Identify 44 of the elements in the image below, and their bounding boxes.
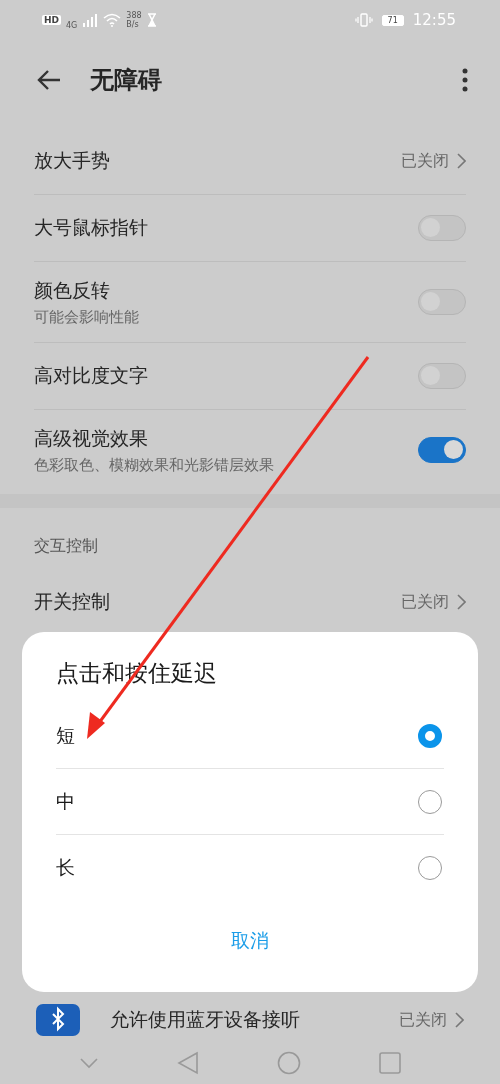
back-icon[interactable]	[36, 69, 62, 91]
collapse-icon[interactable]	[79, 1057, 99, 1069]
cancel-button[interactable]: 取消	[211, 920, 289, 962]
hd-badge: HD	[42, 15, 61, 25]
hourglass-icon	[146, 13, 157, 27]
setting-title: 放大手势	[34, 148, 111, 173]
option-item[interactable]: 中	[56, 769, 444, 835]
toggle-switch[interactable]	[418, 437, 466, 463]
chevron-icon	[455, 1012, 464, 1028]
more-icon[interactable]	[462, 68, 468, 92]
setting-title: 高级视觉效果	[34, 425, 149, 451]
chevron-icon	[457, 153, 466, 169]
setting-title: 允许使用蓝牙设备接听	[110, 1007, 301, 1032]
back-nav-icon[interactable]	[177, 1051, 199, 1075]
setting-title: 高对比度文字	[34, 363, 149, 388]
home-nav-icon[interactable]	[277, 1051, 301, 1075]
section-header: 交互控制	[34, 535, 99, 557]
option-label: 短	[56, 722, 75, 748]
setting-title: 颜色反转	[34, 277, 111, 303]
battery-icon: 71	[381, 14, 404, 26]
option-label: 长	[56, 854, 75, 880]
speed-unit: B/s	[126, 20, 140, 29]
option-label: 中	[56, 788, 75, 814]
setting-title: 开关控制	[34, 589, 111, 614]
wifi-icon	[103, 13, 122, 27]
toggle-switch[interactable]	[418, 363, 466, 389]
setting-value[interactable]: 已关闭	[401, 150, 449, 172]
setting-description: 色彩取色、模糊效果和光影错层效果	[34, 455, 275, 475]
setting-value[interactable]: 已关闭	[399, 1009, 447, 1031]
toggle-switch[interactable]	[418, 215, 466, 241]
setting-description: 可能会影响性能	[34, 307, 140, 327]
signal-icon	[82, 13, 99, 27]
recents-nav-icon[interactable]	[379, 1052, 401, 1074]
network-type: 4G	[66, 20, 78, 30]
setting-title: 大号鼠标指针	[34, 215, 149, 240]
radio-button[interactable]	[418, 723, 442, 748]
speed-value: 388	[126, 11, 142, 20]
setting-value[interactable]: 已关闭	[401, 591, 449, 613]
page-title: 无障碍	[90, 65, 163, 96]
chevron-icon	[457, 594, 466, 610]
bluetooth-icon	[36, 1004, 80, 1036]
option-item[interactable]: 长	[56, 835, 444, 900]
toggle-switch[interactable]	[418, 289, 466, 315]
vibrate-icon	[354, 13, 373, 27]
